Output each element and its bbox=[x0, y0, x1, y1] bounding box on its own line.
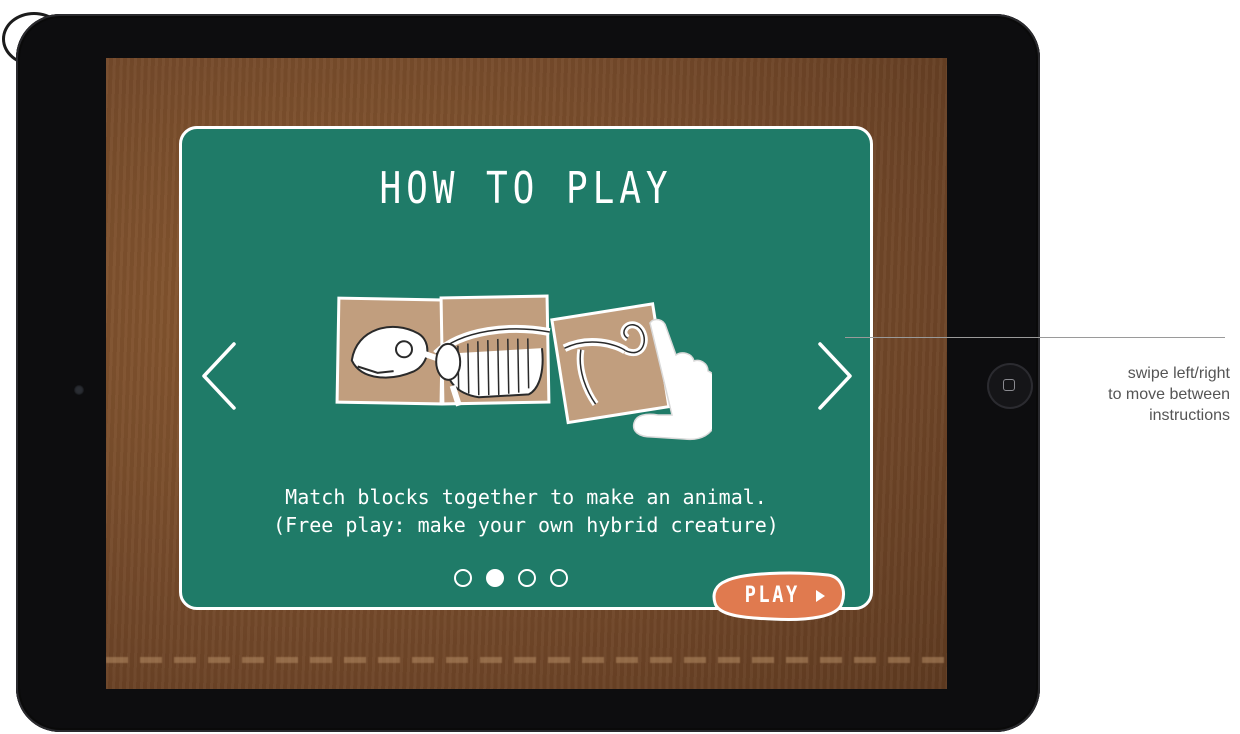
caption-line-1: Match blocks together to make an animal. bbox=[285, 485, 767, 509]
swipe-annotation: swipe left/right to move between instruc… bbox=[1040, 363, 1230, 426]
home-button[interactable] bbox=[987, 363, 1033, 409]
play-button[interactable]: PLAY bbox=[712, 571, 846, 621]
prev-instruction-button[interactable] bbox=[200, 341, 240, 411]
chevron-left-icon bbox=[202, 342, 236, 410]
pagination-dots bbox=[454, 569, 568, 589]
annotation-line-3: instructions bbox=[1149, 407, 1230, 424]
instructions-panel: HOW TO PLAY Match blocks together to mak… bbox=[179, 126, 873, 610]
ribcage-block bbox=[433, 294, 551, 407]
camera-icon bbox=[74, 385, 84, 395]
chevron-right-icon bbox=[818, 342, 852, 410]
home-square-icon bbox=[1003, 379, 1015, 391]
wood-seam-decoration bbox=[106, 657, 947, 663]
page-title: HOW TO PLAY bbox=[379, 163, 673, 214]
play-button-label: PLAY bbox=[744, 583, 800, 608]
app-screen: HOW TO PLAY Match blocks together to mak… bbox=[106, 58, 947, 689]
caption-line-2: (Free play: make your own hybrid creatur… bbox=[273, 513, 779, 537]
page-dot-1[interactable] bbox=[454, 569, 472, 587]
instruction-caption: Match blocks together to make an animal.… bbox=[182, 483, 870, 539]
annotation-line-1: swipe left/right bbox=[1127, 365, 1230, 382]
skeleton-blocks-illustration bbox=[335, 294, 712, 441]
annotation-line-2: to move between bbox=[1108, 386, 1230, 403]
callout-line bbox=[845, 337, 1225, 338]
skull-block bbox=[335, 296, 445, 406]
page-dot-2-active[interactable] bbox=[486, 569, 504, 587]
page-dot-3[interactable] bbox=[518, 569, 536, 587]
page-dot-4[interactable] bbox=[550, 569, 568, 587]
next-instruction-button[interactable] bbox=[814, 341, 854, 411]
